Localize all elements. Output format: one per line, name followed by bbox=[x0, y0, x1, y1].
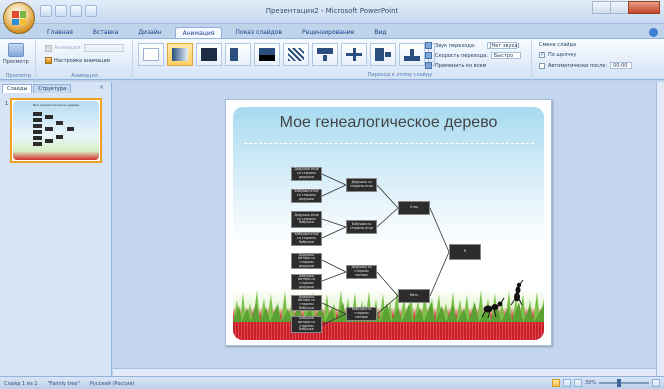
apply-all-icon bbox=[425, 62, 432, 69]
vertical-scrollbar[interactable] bbox=[656, 82, 664, 376]
auto-advance-label: Автоматически после: bbox=[548, 62, 608, 69]
group-label-preview: Просмотр bbox=[5, 73, 32, 79]
group-preview: Просмотр Просмотр bbox=[2, 40, 36, 80]
title-bar: Презентация2 - Microsoft PowerPoint bbox=[0, 0, 664, 24]
animate-select[interactable] bbox=[84, 44, 125, 52]
node-father-paternal-grandfather[interactable]: Дедушка отца со стороны дедушки bbox=[291, 167, 322, 181]
group-advance: Смена слайда По щелчку Автоматически пос… bbox=[533, 40, 664, 80]
group-label-animations: Анимация bbox=[71, 73, 98, 79]
transition-cut-black[interactable] bbox=[254, 43, 280, 66]
status-view-controls: 39% bbox=[551, 379, 660, 387]
on-click-label: По щелчку bbox=[548, 52, 577, 58]
node-father-maternal-grandmother[interactable]: Бабушка отца со стороны бабушки bbox=[291, 232, 322, 246]
transition-wipe-right[interactable] bbox=[370, 43, 396, 66]
status-theme: "Family tree" bbox=[47, 381, 80, 387]
status-info: Слайд 1 из 1 "Family tree" Русский (Росс… bbox=[4, 381, 134, 387]
node-mother-maternal-grandmother[interactable]: Бабушка матери со стороны бабушки bbox=[291, 316, 322, 333]
sound-icon bbox=[425, 42, 432, 49]
speed-select[interactable]: Быстро bbox=[490, 52, 521, 59]
preview-icon[interactable] bbox=[8, 43, 24, 57]
tree-connector-lines bbox=[321, 173, 450, 326]
custom-animation-icon bbox=[45, 57, 52, 64]
transition-gallery bbox=[138, 43, 435, 66]
slides-pane-tabs: Слайды Структура bbox=[2, 84, 72, 93]
node-mother-maternal-grandfather[interactable]: Дедушка матери со стороны бабушки bbox=[291, 295, 322, 311]
on-click-checkbox[interactable] bbox=[539, 51, 545, 58]
speed-label: Скорость перехода: bbox=[435, 52, 488, 59]
slides-pane: Слайды Структура × 1 Мое генеалогическое… bbox=[0, 82, 112, 376]
speed-row: Скорость перехода: Быстро bbox=[425, 52, 521, 59]
node-mother-paternal-grandfather[interactable]: Дедушка матери со стороны дедушки bbox=[291, 253, 322, 269]
node-paternal-grandmother[interactable]: Бабушка со стороны отца bbox=[346, 220, 377, 234]
slide-number: 1 bbox=[5, 101, 9, 107]
custom-animation-row[interactable]: Настройка анимации bbox=[45, 57, 110, 64]
slide-sorter-button[interactable] bbox=[562, 379, 571, 387]
transition-wipe-down[interactable] bbox=[312, 43, 338, 66]
zoom-level[interactable]: 39% bbox=[585, 380, 596, 386]
normal-view-button[interactable] bbox=[551, 379, 560, 387]
slide-thumbnail-image: Мое генеалогическое дерево bbox=[13, 101, 99, 160]
status-slide-info: Слайд 1 из 1 bbox=[4, 381, 38, 387]
custom-animation-button[interactable]: Настройка анимации bbox=[54, 58, 110, 64]
zoom-slider-knob[interactable] bbox=[617, 379, 621, 387]
apply-all-button[interactable]: Применить ко всем bbox=[435, 63, 486, 69]
help-icon[interactable] bbox=[649, 28, 658, 37]
slide-thumbnail[interactable]: Мое генеалогическое дерево bbox=[10, 98, 102, 163]
minimize-button[interactable] bbox=[592, 1, 611, 14]
group-label-transition: Переход к этому слайду bbox=[367, 72, 433, 78]
window-controls bbox=[592, 1, 660, 14]
node-maternal-grandmother[interactable]: Бабушка со стороны матери bbox=[346, 307, 377, 321]
sound-label: Звук перехода: bbox=[435, 42, 476, 49]
node-mother[interactable]: Мать bbox=[398, 289, 430, 303]
transition-fade-black[interactable] bbox=[196, 43, 222, 66]
apply-all-row[interactable]: Применить ко всем bbox=[425, 62, 486, 69]
speed-icon bbox=[425, 52, 432, 59]
node-me[interactable]: Я bbox=[449, 244, 481, 260]
tab-outline[interactable]: Структура bbox=[33, 84, 72, 93]
auto-advance-row: Автоматически после: 00:00 bbox=[539, 62, 633, 69]
status-bar: Слайд 1 из 1 "Family tree" Русский (Росс… bbox=[0, 376, 664, 389]
slide-editor: Мое генеалогическое дерево Дедушка отца … bbox=[113, 82, 664, 376]
node-father-paternal-grandmother[interactable]: Бабушка отца со стороны дедушки bbox=[291, 189, 322, 203]
ribbon: Просмотр Просмотр Анимация: Настройка ан… bbox=[0, 38, 664, 80]
transition-cut[interactable] bbox=[225, 43, 251, 66]
preview-button[interactable]: Просмотр bbox=[3, 59, 29, 65]
close-button[interactable] bbox=[628, 1, 660, 14]
transition-wipe-left[interactable] bbox=[341, 43, 367, 66]
maximize-button[interactable] bbox=[610, 1, 629, 14]
advance-title: Смена слайда bbox=[539, 42, 577, 48]
animate-icon bbox=[45, 44, 52, 52]
node-paternal-grandfather[interactable]: Дедушка со стороны отца bbox=[346, 178, 377, 192]
transition-dissolve[interactable] bbox=[283, 43, 309, 66]
transition-fade-smooth[interactable] bbox=[167, 43, 193, 66]
close-pane-icon[interactable]: × bbox=[99, 84, 104, 91]
node-maternal-grandfather[interactable]: Дедушка со стороны матери bbox=[346, 265, 377, 279]
transition-none[interactable] bbox=[138, 43, 164, 66]
status-language[interactable]: Русский (Россия) bbox=[90, 381, 134, 387]
window-title: Презентация2 - Microsoft PowerPoint bbox=[265, 7, 399, 15]
node-mother-paternal-grandmother[interactable]: Бабушка матери со стороны дедушки bbox=[291, 274, 322, 290]
office-logo-icon bbox=[12, 11, 26, 25]
auto-advance-checkbox[interactable] bbox=[539, 62, 545, 69]
fit-slide-button[interactable] bbox=[652, 379, 660, 387]
tab-slides[interactable]: Слайды bbox=[2, 84, 33, 93]
zoom-slider[interactable] bbox=[599, 379, 649, 387]
slide-canvas[interactable]: Мое генеалогическое дерево Дедушка отца … bbox=[225, 99, 552, 346]
auto-advance-time[interactable]: 00:00 bbox=[610, 62, 633, 69]
on-click-row[interactable]: По щелчку bbox=[539, 51, 577, 58]
animate-row: Анимация: bbox=[45, 44, 125, 52]
office-button[interactable] bbox=[3, 2, 35, 34]
node-father[interactable]: Отец bbox=[398, 201, 430, 215]
node-father-maternal-grandfather[interactable]: Дедушка отца со стороны бабушки bbox=[291, 211, 322, 228]
sound-select[interactable]: [Нет звука] bbox=[486, 42, 519, 49]
sound-row: Звук перехода: [Нет звука] bbox=[425, 42, 519, 49]
animate-label: Анимация: bbox=[54, 45, 83, 51]
slide-show-button[interactable] bbox=[573, 379, 582, 387]
group-animations: Анимация: Настройка анимации Анимация bbox=[37, 40, 133, 80]
thumbnail-tree-graphic bbox=[33, 112, 74, 146]
horizontal-scrollbar[interactable] bbox=[113, 368, 656, 376]
